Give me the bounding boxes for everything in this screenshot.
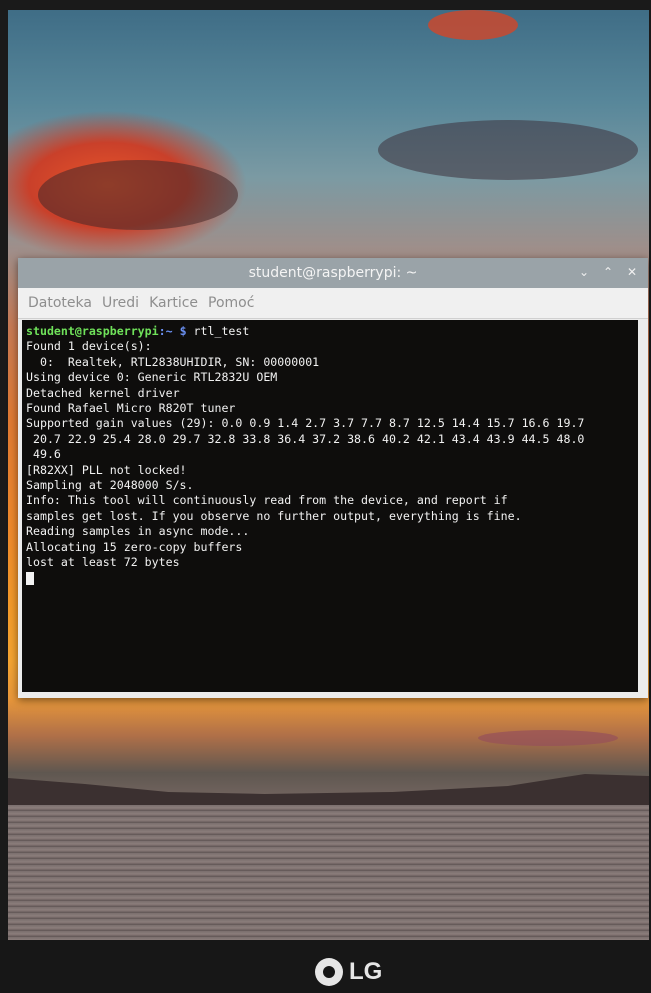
output-line: Reading samples in async mode... (26, 524, 250, 539)
sea (8, 805, 649, 940)
brand-text: LG (349, 958, 383, 985)
window-title: student@raspberrypi: ~ (248, 265, 418, 281)
output-line: Using device 0: Generic RTL2832U OEM (26, 370, 278, 385)
output-line: Allocating 15 zero-copy buffers (26, 539, 243, 554)
window-controls: ⌄ ⌃ ✕ (576, 264, 640, 280)
terminal-window: student@raspberrypi: ~ ⌄ ⌃ ✕ Datoteka Ur… (18, 258, 648, 698)
output-line: Found 1 device(s): (26, 339, 152, 354)
output-line: Info: This tool will continuously read f… (26, 493, 508, 508)
mountains (8, 774, 649, 810)
output-line: lost at least 72 bytes (26, 555, 180, 570)
cursor-line (26, 571, 638, 586)
menu-pomoc[interactable]: Pomoć (208, 295, 254, 311)
output-line: Supported gain values (29): 0.0 0.9 1.4 … (26, 416, 585, 431)
terminal-output[interactable]: student@raspberrypi:~ $ rtl_test Found 1… (22, 320, 638, 692)
output-line: Detached kernel driver (26, 385, 180, 400)
minimize-icon[interactable]: ⌄ (576, 264, 592, 280)
output-line: Found Rafael Micro R820T tuner (26, 401, 236, 416)
cloud (378, 120, 638, 180)
output-line: 49.6 (26, 447, 61, 462)
menu-datoteka[interactable]: Datoteka (28, 295, 92, 311)
menu-kartice[interactable]: Kartice (149, 295, 198, 311)
cloud (428, 10, 518, 40)
output-line: [R82XX] PLL not locked! (26, 462, 187, 477)
menu-uredi[interactable]: Uredi (102, 295, 139, 311)
prompt-user: student@raspberrypi (26, 324, 159, 338)
command-text: rtl_test (193, 324, 250, 338)
close-icon[interactable]: ✕ (624, 264, 640, 280)
output-line: samples get lost. If you observe no furt… (26, 508, 522, 523)
text-cursor (26, 571, 34, 585)
prompt-line: student@raspberrypi:~ $ rtl_test (26, 324, 638, 339)
maximize-icon[interactable]: ⌃ (600, 264, 616, 280)
monitor-logo: LG (315, 958, 382, 986)
prompt-path: :~ $ (158, 324, 194, 338)
output-line: 20.7 22.9 25.4 28.0 29.7 32.8 33.8 36.4 … (26, 431, 585, 446)
menu-bar: Datoteka Uredi Kartice Pomoć (18, 288, 648, 319)
title-bar[interactable]: student@raspberrypi: ~ ⌄ ⌃ ✕ (18, 258, 648, 288)
output-line: 0: Realtek, RTL2838UHIDIR, SN: 00000001 (26, 354, 320, 369)
cloud (478, 730, 618, 746)
cloud (38, 160, 238, 230)
output-line: Sampling at 2048000 S/s. (26, 478, 194, 493)
lg-logo-icon (315, 958, 343, 986)
